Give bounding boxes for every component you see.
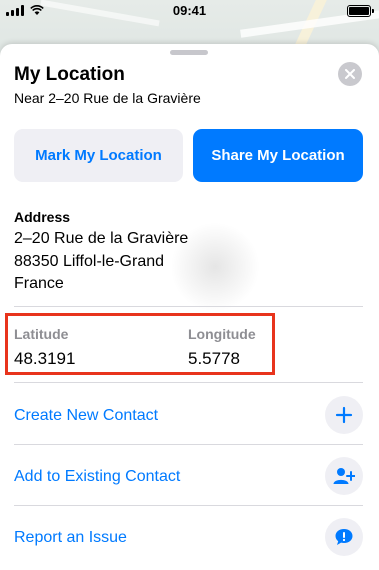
address-line-3: France bbox=[14, 275, 64, 292]
sheet-grabber[interactable] bbox=[170, 50, 208, 55]
close-icon bbox=[345, 69, 355, 79]
plus-icon bbox=[335, 406, 353, 424]
sheet-subtitle: Near 2–20 Rue de la Gravière bbox=[14, 90, 201, 106]
divider bbox=[14, 382, 363, 383]
report-issue-button[interactable] bbox=[325, 518, 363, 556]
share-my-location-button[interactable]: Share My Location bbox=[193, 129, 363, 182]
create-contact-button[interactable] bbox=[325, 396, 363, 434]
sheet-title: My Location bbox=[14, 64, 125, 85]
address-line-2: 88350 Liffol-le-Grand bbox=[14, 253, 165, 270]
report-an-issue-link[interactable]: Report an Issue bbox=[14, 529, 127, 547]
add-existing-contact-button[interactable] bbox=[325, 457, 363, 495]
address-label: Address bbox=[14, 209, 71, 225]
speech-exclamation-icon bbox=[335, 529, 353, 545]
divider bbox=[14, 444, 363, 445]
location-sheet: My Location Near 2–20 Rue de la Gravière… bbox=[0, 44, 379, 570]
divider bbox=[14, 505, 363, 506]
create-new-contact-link[interactable]: Create New Contact bbox=[14, 407, 158, 425]
add-to-existing-contact-link[interactable]: Add to Existing Contact bbox=[14, 468, 180, 486]
battery-icon bbox=[347, 5, 374, 17]
mark-my-location-button[interactable]: Mark My Location bbox=[14, 129, 183, 182]
close-button[interactable] bbox=[338, 62, 362, 86]
add-person-icon bbox=[333, 468, 355, 484]
address-line-1: 2–20 Rue de la Gravière bbox=[14, 230, 189, 247]
status-time: 09:41 bbox=[172, 3, 207, 18]
divider bbox=[14, 306, 363, 307]
status-bar: 09:41 bbox=[0, 0, 379, 22]
coordinates-highlight-box bbox=[5, 313, 275, 375]
